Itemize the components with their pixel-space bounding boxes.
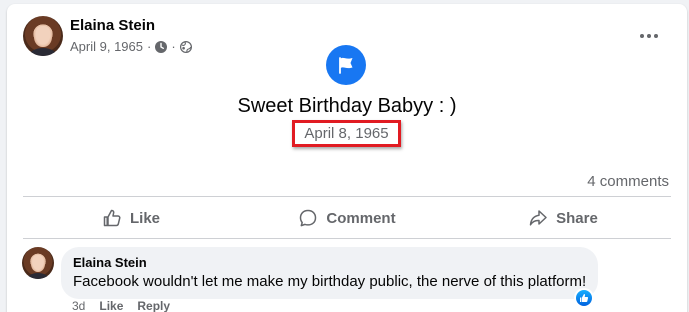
- post-meta: April 9, 1965 · ·: [70, 39, 192, 54]
- share-label: Share: [556, 209, 598, 227]
- comment-text: Facebook wouldn't let me make my birthda…: [73, 273, 587, 290]
- post-action-bar: Like Comment Share: [23, 198, 671, 238]
- like-reaction-icon[interactable]: [574, 288, 594, 308]
- post-date[interactable]: April 9, 1965: [70, 39, 143, 54]
- share-button[interactable]: Share: [455, 198, 671, 238]
- more-dot: [640, 34, 644, 38]
- divider: [23, 238, 671, 239]
- life-event-title: Sweet Birthday Babyy : ): [237, 95, 457, 117]
- post-card: Elaina Stein April 9, 1965 · · Sweet Bir…: [7, 4, 687, 312]
- comment-author[interactable]: Elaina Stein: [73, 255, 586, 271]
- author-avatar[interactable]: [23, 16, 63, 56]
- meta-separator: ·: [171, 39, 176, 54]
- divider: [23, 196, 671, 197]
- author-name[interactable]: Elaina Stein: [70, 17, 155, 34]
- flag-icon: [326, 45, 366, 85]
- globe-icon[interactable]: [179, 40, 192, 53]
- share-icon: [529, 210, 547, 226]
- more-dot: [654, 34, 658, 38]
- more-dot: [647, 34, 651, 38]
- comment-like-link[interactable]: Like: [99, 299, 123, 312]
- comments-count-link[interactable]: 4 comments: [587, 173, 669, 190]
- life-event-date: April 8, 1965: [304, 125, 389, 142]
- comment-bubble: Elaina Stein Facebook wouldn't let me ma…: [61, 247, 598, 299]
- comment-label: Comment: [326, 209, 396, 227]
- comment-time[interactable]: 3d: [72, 299, 85, 312]
- meta-separator: ·: [147, 39, 152, 54]
- commenter-avatar[interactable]: [22, 247, 54, 279]
- like-button[interactable]: Like: [23, 198, 239, 238]
- like-label: Like: [129, 209, 160, 227]
- event-date-highlight: April 8, 1965: [292, 120, 401, 147]
- comment-button[interactable]: Comment: [239, 198, 455, 238]
- comment-reply-link[interactable]: Reply: [137, 299, 170, 312]
- comment-actions: 3d Like Reply: [72, 299, 170, 312]
- comment-icon: [300, 209, 317, 227]
- more-options-button[interactable]: [637, 26, 661, 46]
- clock-icon: [155, 40, 168, 53]
- thumbs-up-icon: [103, 209, 121, 227]
